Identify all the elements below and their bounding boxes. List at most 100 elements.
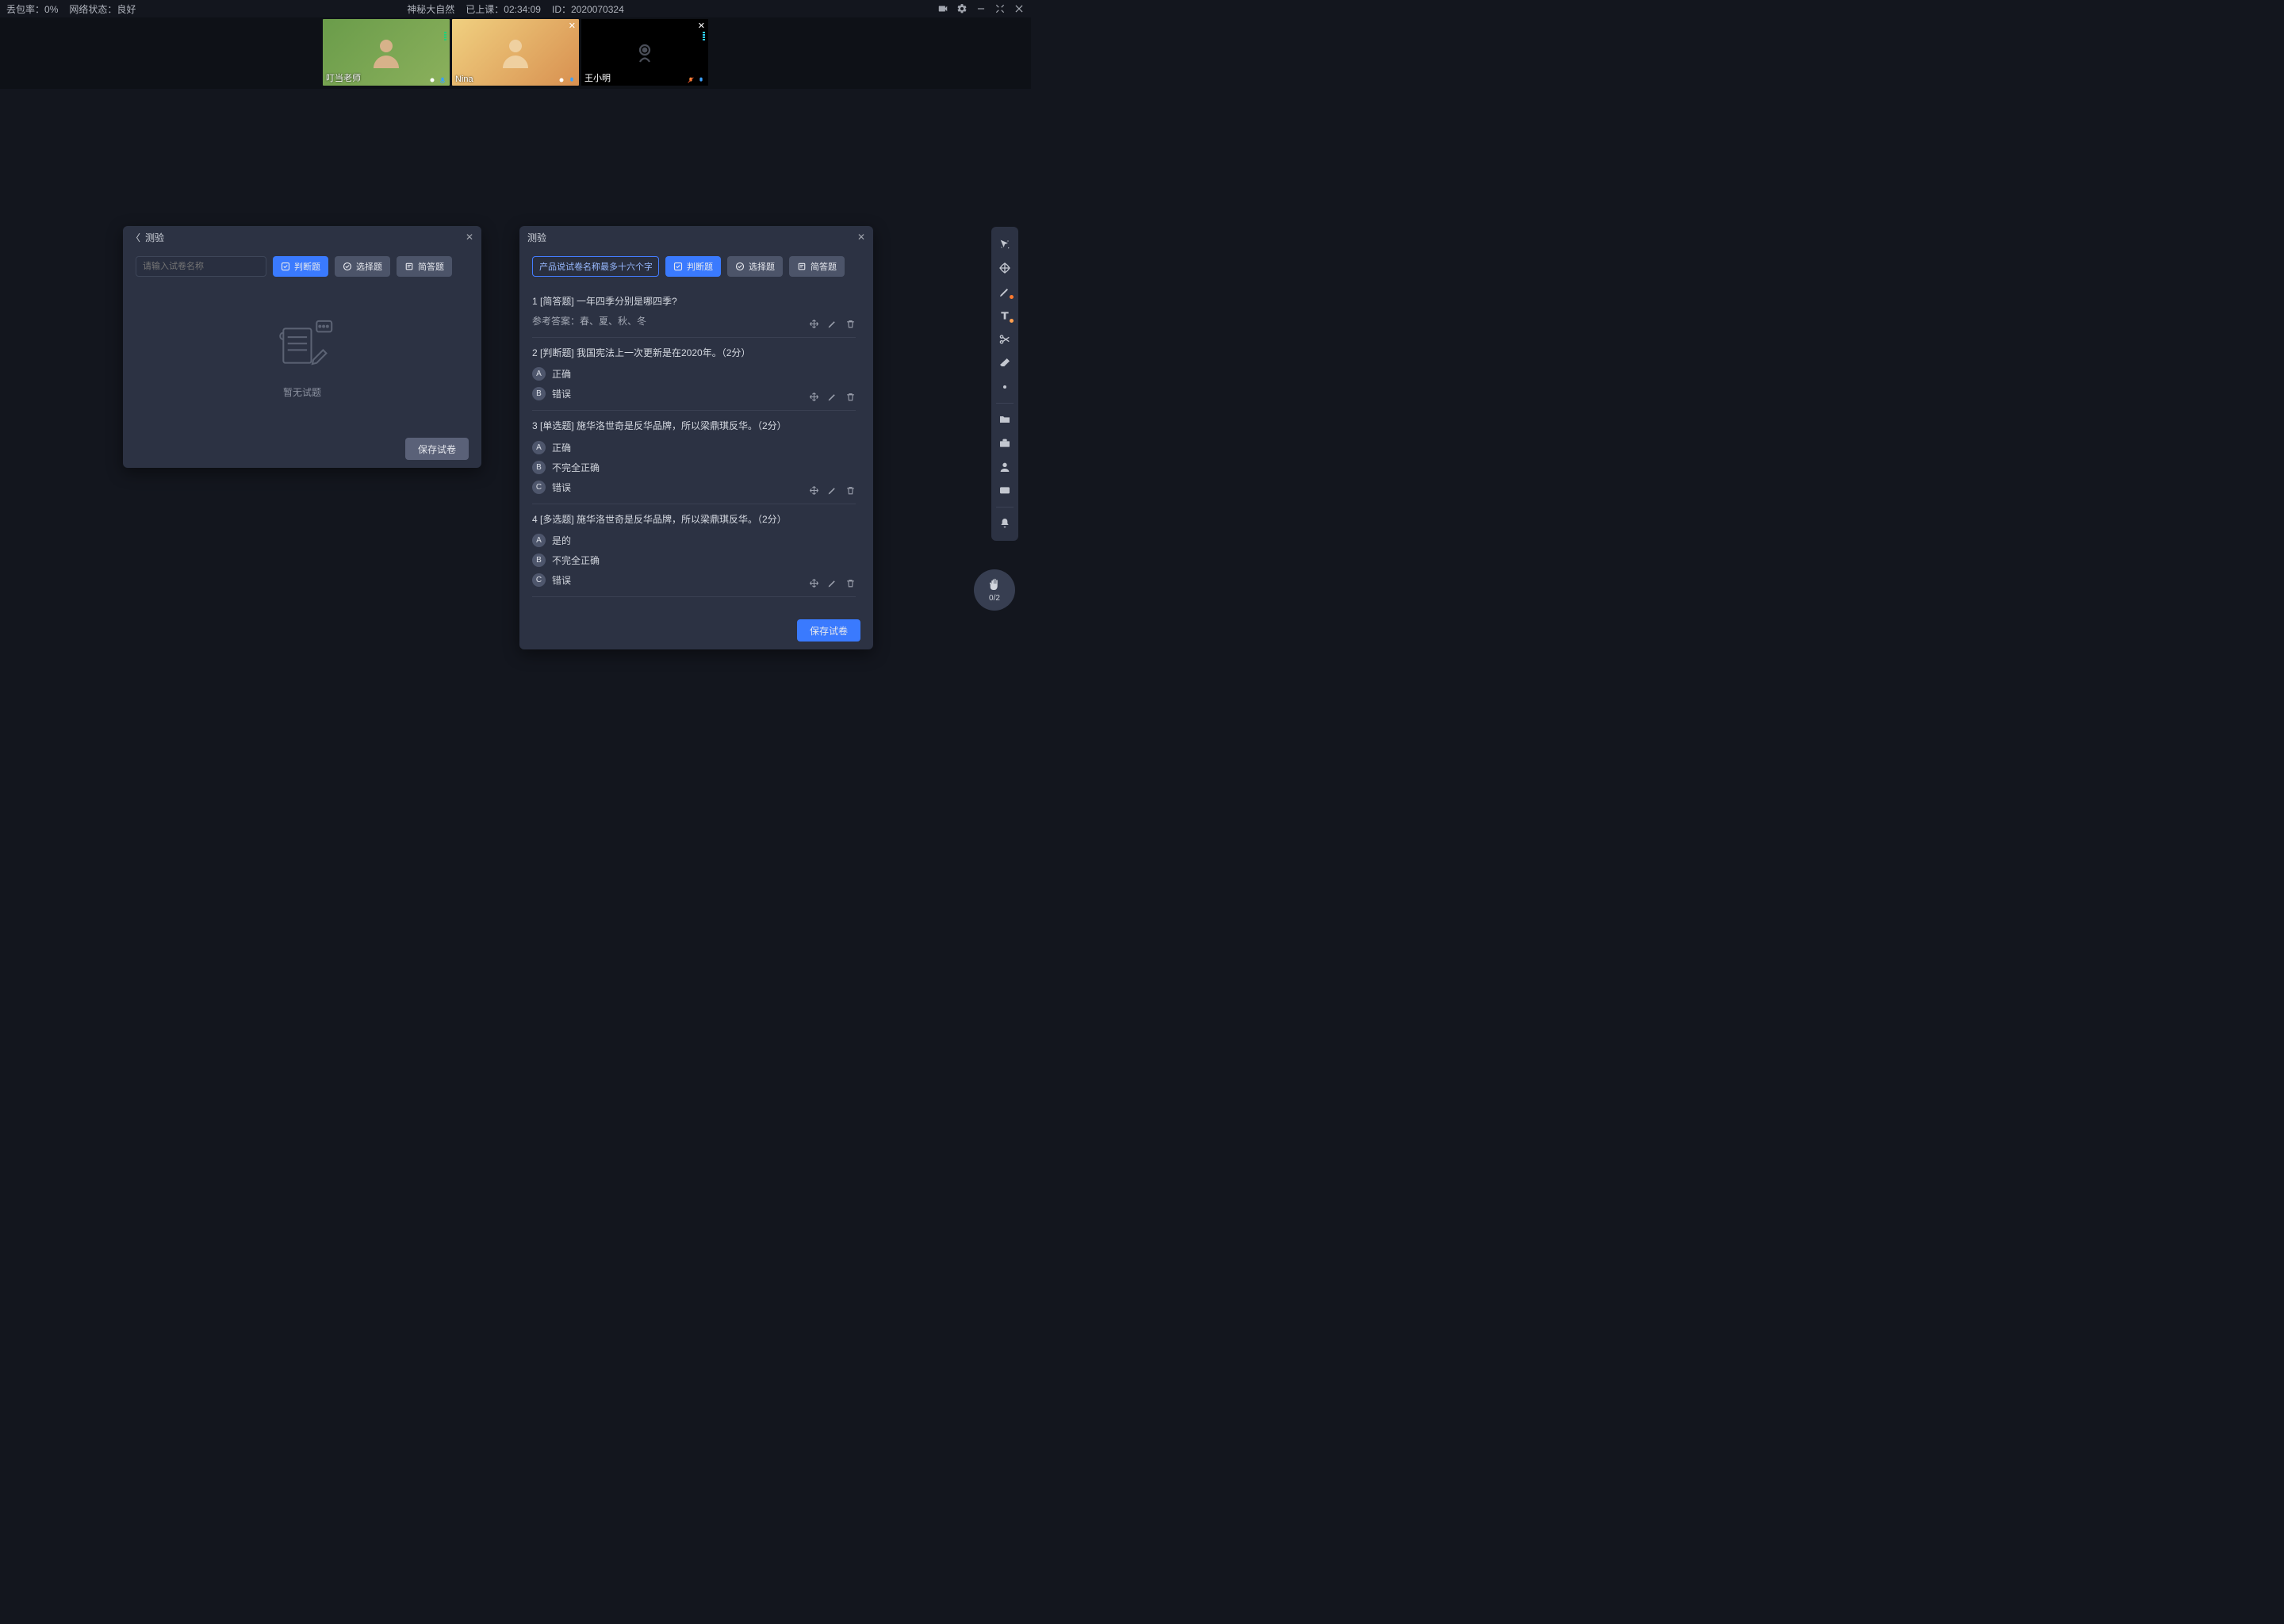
option-text: 正确 [552, 367, 571, 381]
edit-icon[interactable] [827, 485, 837, 496]
question-option[interactable]: A 正确 [532, 367, 856, 381]
fullscreen-icon[interactable] [994, 3, 1006, 14]
id-value: 2020070324 [571, 4, 624, 15]
option-text: 是的 [552, 534, 571, 547]
quiz-name-input[interactable] [532, 256, 659, 277]
edit-icon[interactable] [827, 392, 837, 402]
save-quiz-button[interactable]: 保存试卷 [797, 619, 860, 642]
question-option[interactable]: A 正确 [532, 441, 856, 454]
question-option[interactable]: B 错误 [532, 387, 856, 400]
empty-illustration-icon [267, 318, 337, 376]
question-option[interactable]: A是的 [532, 534, 856, 547]
video-close-icon[interactable]: ✕ [698, 21, 705, 31]
quiz-name-input[interactable] [136, 256, 266, 277]
add-short-answer-button[interactable]: 简答题 [789, 256, 845, 277]
elapsed-value: 02:34:09 [504, 4, 541, 15]
question-option[interactable]: C 错误 [532, 481, 856, 494]
whiteboard-toolbar [991, 227, 1018, 541]
move-icon[interactable] [809, 319, 819, 329]
laser-tool-icon[interactable] [993, 376, 1017, 398]
option-badge: B [532, 387, 546, 400]
option-text: 不完全正确 [552, 553, 600, 567]
video-tile-student-2[interactable]: ✕ 王小明 [581, 19, 708, 86]
move-icon[interactable] [809, 578, 819, 588]
camera-toggle-icon[interactable] [937, 3, 948, 14]
add-judge-button[interactable]: 判断题 [665, 256, 721, 277]
delete-icon[interactable] [845, 485, 856, 496]
add-choice-button[interactable]: 选择题 [335, 256, 390, 277]
option-text: 正确 [552, 441, 571, 454]
question-option[interactable]: C错误 [532, 573, 856, 587]
question-option[interactable]: B不完全正确 [532, 553, 856, 567]
move-icon[interactable] [809, 392, 819, 402]
bell-icon[interactable] [993, 512, 1017, 534]
text-tool-icon[interactable] [993, 304, 1017, 327]
video-close-icon[interactable]: ✕ [569, 21, 576, 31]
panel-close-icon[interactable]: ✕ [857, 232, 865, 243]
option-text: 不完全正确 [552, 461, 600, 474]
folder-icon[interactable] [993, 408, 1017, 431]
mic-icon [697, 76, 705, 84]
pen-tool-icon[interactable] [993, 281, 1017, 303]
delete-icon[interactable] [845, 392, 856, 402]
delete-icon[interactable] [845, 319, 856, 329]
question-title: 2 [判断题] 我国宪法上一次更新是在2020年。（2分） [532, 346, 856, 361]
question-option[interactable]: B 不完全正确 [532, 461, 856, 474]
edit-icon[interactable] [827, 578, 837, 588]
add-choice-button[interactable]: 选择题 [727, 256, 783, 277]
panel-close-icon[interactable]: ✕ [466, 232, 473, 243]
question-item: 3 [单选题] 施华洛世奇是反华品牌，所以梁鼎琪反华。（2分）A正确B不完全正确… [532, 411, 856, 504]
user-icon[interactable] [993, 456, 1017, 478]
question-actions [809, 392, 856, 402]
move-icon[interactable] [809, 485, 819, 496]
panel-title: 测验 [527, 231, 546, 244]
video-name: 王小明 [584, 71, 611, 84]
course-name: 神秘大自然 [407, 2, 454, 16]
minimize-icon[interactable] [975, 3, 987, 14]
add-judge-button[interactable]: 判断题 [273, 256, 328, 277]
loss-rate-value: 0% [44, 4, 58, 15]
camera-off-icon [630, 38, 659, 67]
add-short-answer-button[interactable]: 简答题 [397, 256, 452, 277]
window-top-bar: 丢包率：0% 网络状态：良好 神秘大自然 已上课：02:34:09 ID：202… [0, 0, 1031, 17]
mic-muted-icon [687, 76, 695, 84]
question-item: 4 [多选题] 施华洛世奇是反华品牌，所以梁鼎琪反华。（2分） A是的 B不完全正确… [532, 504, 856, 597]
empty-text: 暂无试题 [283, 385, 321, 399]
settings-gear-icon[interactable] [956, 3, 968, 14]
video-tile-student-1[interactable]: ✕ Nina [452, 19, 579, 86]
edit-icon[interactable] [827, 319, 837, 329]
eraser-tool-icon[interactable] [993, 352, 1017, 374]
option-badge: C [532, 573, 546, 587]
video-tile-teacher[interactable]: 叮当老师 [323, 19, 450, 86]
question-list[interactable]: 1 [简答题] 一年四季分别是哪四季?参考答案：春、夏、秋、冬 2 [判断题] … [532, 286, 860, 611]
network-label: 网络状态： [69, 4, 117, 15]
question-actions [809, 485, 856, 496]
chat-icon[interactable] [993, 480, 1017, 502]
option-text: 错误 [552, 387, 571, 400]
scissors-tool-icon[interactable] [993, 328, 1017, 350]
elapsed-label: 已上课： [466, 4, 504, 15]
question-actions [809, 578, 856, 588]
delete-icon[interactable] [845, 578, 856, 588]
loss-rate-label: 丢包率： [6, 4, 44, 15]
back-chevron-icon[interactable]: 〈 [131, 231, 140, 244]
video-strip: 叮当老师 ✕ Nina ✕ 王小明 [0, 17, 1031, 89]
close-icon[interactable] [1014, 3, 1025, 14]
option-badge: C [532, 481, 546, 494]
question-title: 4 [多选题] 施华洛世奇是反华品牌，所以梁鼎琪反华。（2分） [532, 512, 856, 527]
raise-hand-count: 0/2 [989, 594, 1000, 603]
mic-icon [439, 76, 446, 84]
signal-icon [558, 76, 565, 84]
option-badge: A [532, 367, 546, 381]
toolbox-icon[interactable] [993, 432, 1017, 454]
cursor-tool-icon[interactable] [993, 233, 1017, 255]
option-text: 错误 [552, 481, 571, 494]
video-name: 叮当老师 [326, 71, 361, 84]
option-badge: A [532, 441, 546, 454]
network-value: 良好 [117, 4, 136, 15]
quiz-editor-panel-empty: 〈 测验 ✕ 判断题 选择题 简答题 [123, 226, 481, 468]
save-quiz-button[interactable]: 保存试卷 [405, 438, 469, 460]
move-tool-icon[interactable] [993, 257, 1017, 279]
option-badge: B [532, 461, 546, 474]
raise-hand-button[interactable]: 0/2 [974, 569, 1015, 611]
